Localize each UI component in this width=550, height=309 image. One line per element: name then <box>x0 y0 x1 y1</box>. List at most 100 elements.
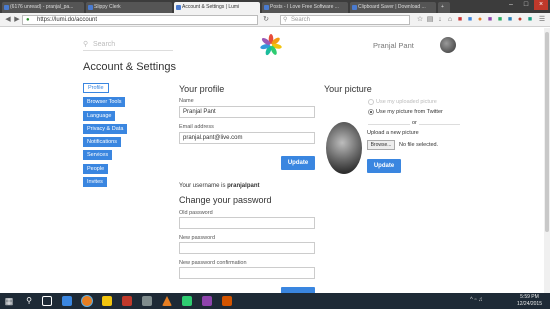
tab-label: Posts - I Love Free Software ... <box>270 4 339 10</box>
firefox-icon[interactable] <box>82 296 92 306</box>
email-field[interactable]: pranjal.pant@live.com <box>179 132 315 144</box>
or-text: or <box>410 120 419 126</box>
sidebar-item-privacy-data[interactable]: Privacy & Data <box>83 124 128 134</box>
site-search-input[interactable]: ⚲ Search <box>83 39 173 51</box>
addon-icon[interactable]: ● <box>516 16 524 24</box>
browser-tab-active[interactable]: Account & Settings | Lumi <box>174 2 260 13</box>
gmail-icon <box>4 5 9 10</box>
clock[interactable]: 5:59 PM 12/24/2015 <box>517 294 542 308</box>
app-icon[interactable] <box>202 296 212 306</box>
profile-section-title: Your profile <box>179 84 225 94</box>
home-icon[interactable]: ⌂ <box>446 16 454 24</box>
lock-icon: ● <box>26 17 30 23</box>
close-icon[interactable]: × <box>534 0 548 10</box>
url-bar[interactable]: ● https://lumi.do/account <box>22 15 258 25</box>
sidebar-item-browser-tools[interactable]: Browser Tools <box>83 97 126 107</box>
no-file-text: No file selected. <box>399 142 439 148</box>
browse-button[interactable]: Browse... <box>367 140 395 150</box>
url-text: https://lumi.do/account <box>37 17 98 23</box>
download-icon[interactable]: ↓ <box>436 16 444 24</box>
scrollbar[interactable] <box>544 28 550 293</box>
addon-icon[interactable]: ■ <box>486 16 494 24</box>
new-password-field[interactable] <box>179 242 315 254</box>
search-icon[interactable]: ⚲ <box>24 296 34 306</box>
username-value: pranjalpant <box>227 183 260 189</box>
sidebar-item-notifications[interactable]: Notifications <box>83 137 121 147</box>
edge-icon[interactable] <box>62 296 72 306</box>
radio-uploaded-picture[interactable] <box>368 99 374 105</box>
reload-icon[interactable]: ↻ <box>262 16 270 24</box>
addon-icon[interactable]: ■ <box>456 16 464 24</box>
system-tray-icons[interactable]: ^ ▫ ♫ <box>470 297 483 303</box>
addon-icon[interactable]: ■ <box>506 16 514 24</box>
profile-picture <box>326 122 362 174</box>
user-name[interactable]: Pranjal Pant <box>373 41 414 50</box>
tab-label: (6176 unread) - pranjal_pa... <box>10 4 74 10</box>
taskbar: ▦ ⚲ ^ ▫ ♫ 5:59 PM 12/24/2015 <box>0 293 550 309</box>
tab-label: Clipboard Saver | Download ... <box>358 4 426 10</box>
browser-tab-bar: (6176 unread) - pranjal_pa... Slippy Cle… <box>0 0 550 13</box>
new-tab-button[interactable]: + <box>438 2 450 13</box>
option-uploaded-label: Use my uploaded picture <box>376 99 437 105</box>
tab-label: Slippy Clerk <box>94 4 121 10</box>
minimize-icon[interactable]: – <box>504 0 518 10</box>
page-icon <box>264 5 269 10</box>
avatar[interactable] <box>440 37 456 53</box>
bookmarks-icon[interactable]: ▤ <box>426 16 434 24</box>
picture-update-button[interactable]: Update <box>367 159 401 173</box>
upload-label: Upload a new picture <box>367 130 419 136</box>
username-prefix: Your username is <box>179 183 228 189</box>
maximize-icon[interactable]: □ <box>519 0 533 10</box>
app-icon[interactable] <box>222 296 232 306</box>
search-icon: ⚲ <box>283 17 288 23</box>
menu-icon[interactable]: ☰ <box>538 16 546 24</box>
site-search-placeholder: Search <box>93 41 116 48</box>
confirm-password-field[interactable] <box>179 267 315 279</box>
password-section-title: Change your password <box>179 195 272 205</box>
forward-icon[interactable]: ▶ <box>13 16 21 24</box>
page-icon <box>88 5 93 10</box>
browser-search-input[interactable]: ⚲ Search <box>280 15 410 25</box>
browser-tab[interactable]: Posts - I Love Free Software ... <box>262 2 348 13</box>
star-icon[interactable]: ☆ <box>416 16 424 24</box>
window-controls: – □ × <box>504 0 548 11</box>
addon-icon[interactable]: ■ <box>466 16 474 24</box>
task-view-icon[interactable] <box>42 296 52 306</box>
clock-date: 12/24/2015 <box>516 301 542 307</box>
option-twitter-label: Use my picture from Twitter <box>376 109 443 115</box>
browser-tab[interactable]: Clipboard Saver | Download ... <box>350 2 436 13</box>
sidebar-item-services[interactable]: Services <box>83 150 113 160</box>
browser-tab[interactable]: Slippy Clerk <box>86 2 172 13</box>
sidebar-item-language[interactable]: Language <box>83 111 116 121</box>
page-title: Account & Settings <box>83 61 176 73</box>
lumi-logo[interactable] <box>259 33 283 57</box>
tab-label: Account & Settings | Lumi <box>182 4 240 10</box>
old-password-field[interactable] <box>179 217 315 229</box>
sidebar-item-invites[interactable]: Invites <box>83 177 107 187</box>
page-icon <box>352 5 357 10</box>
sidebar-item-profile[interactable]: Profile <box>83 83 109 93</box>
app-icon[interactable] <box>182 296 192 306</box>
radio-twitter-picture[interactable] <box>368 109 374 115</box>
page-icon <box>176 5 181 10</box>
page-content: ⚲ Search Pranjal Pant Account & Settings… <box>0 28 550 293</box>
username-text: Your username is pranjalpant <box>179 183 259 189</box>
scrollbar-thumb[interactable] <box>545 32 549 232</box>
profile-update-button[interactable]: Update <box>281 156 315 170</box>
addon-icon[interactable]: ● <box>476 16 484 24</box>
search-icon: ⚲ <box>83 41 89 48</box>
email-label: Email address <box>179 124 214 130</box>
windows-start-icon[interactable]: ▦ <box>4 296 14 306</box>
app-icon[interactable] <box>122 296 132 306</box>
addon-icon[interactable]: ■ <box>496 16 504 24</box>
back-icon[interactable]: ◀ <box>4 16 12 24</box>
name-label: Name <box>179 98 194 104</box>
sidebar-item-people[interactable]: People <box>83 164 109 174</box>
addon-icon[interactable]: ■ <box>526 16 534 24</box>
app-icon[interactable] <box>142 296 152 306</box>
file-explorer-icon[interactable] <box>102 296 112 306</box>
confirm-password-label: New password confirmation <box>179 260 247 266</box>
name-field[interactable]: Pranjal Pant <box>179 106 315 118</box>
vlc-icon[interactable] <box>162 296 172 306</box>
browser-tab[interactable]: (6176 unread) - pranjal_pa... <box>2 2 84 13</box>
